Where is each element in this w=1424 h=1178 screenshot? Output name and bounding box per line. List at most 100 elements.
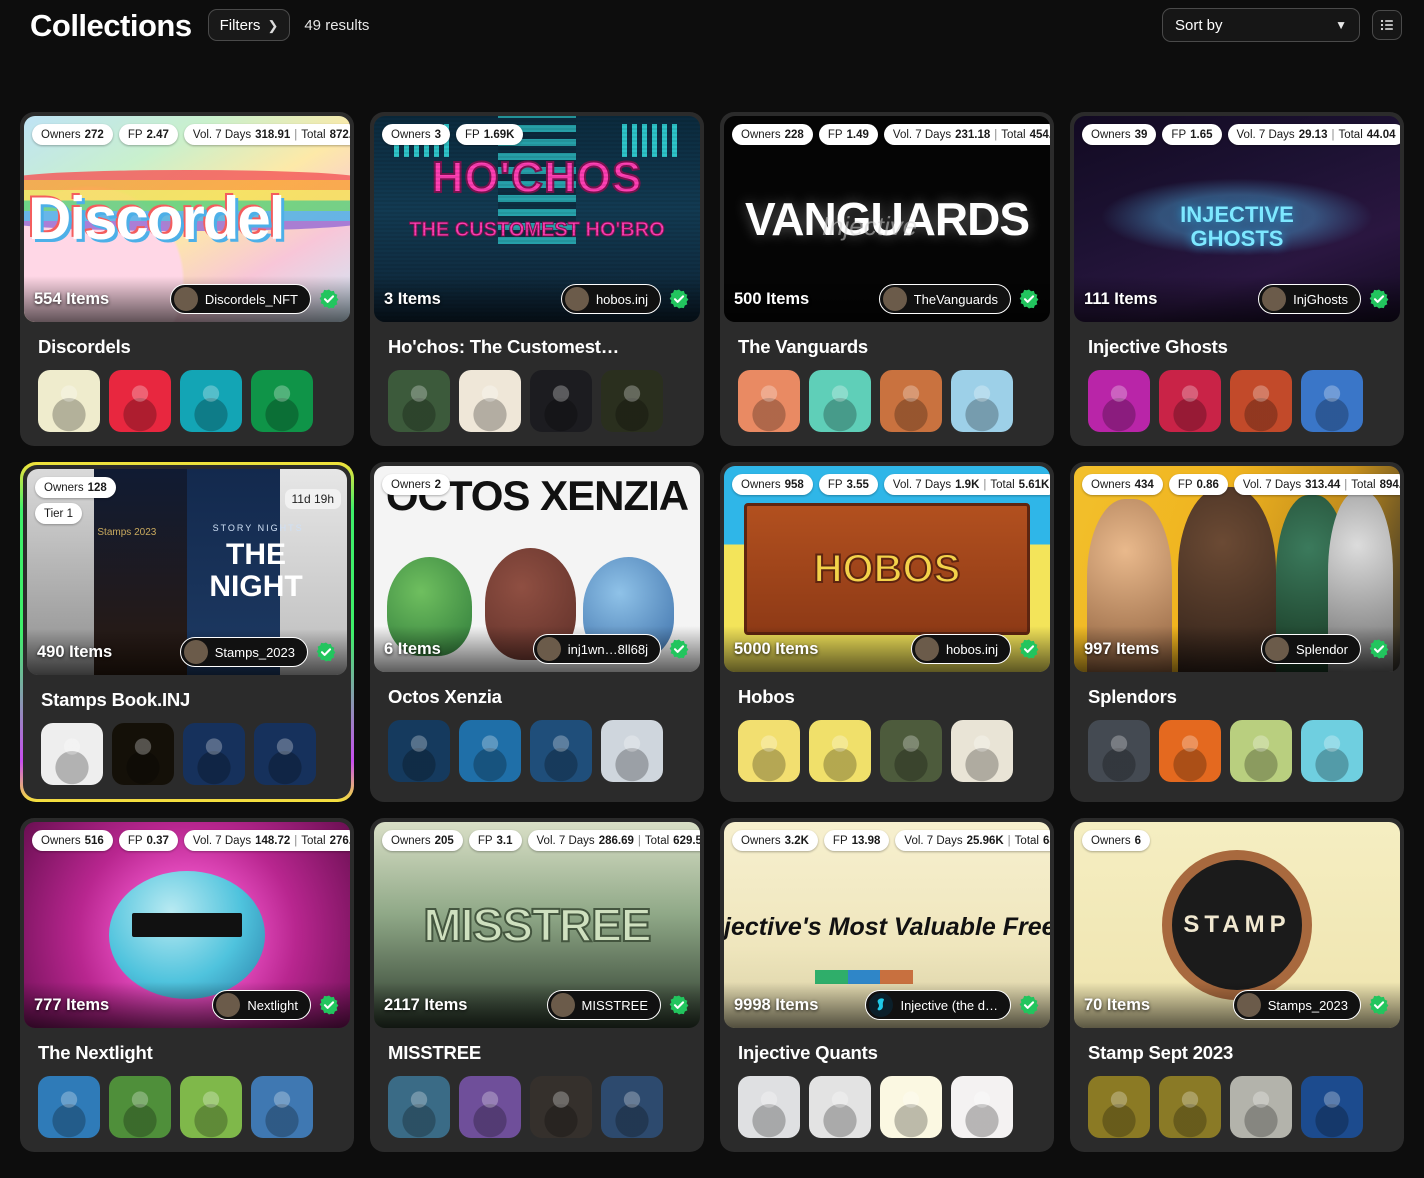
creator-pill[interactable]: Nextlight [212,990,311,1020]
vol-value: 231.18 [955,128,991,141]
collection-thumbnail[interactable] [38,1076,100,1138]
creator-pill[interactable]: Injective (the d… [865,990,1011,1020]
collection-card[interactable]: jective's Most Valuable Free M Owners 3.2… [720,818,1054,1152]
collection-thumbnail[interactable] [530,720,592,782]
collection-thumbnail[interactable] [1301,370,1363,432]
collection-title: Stamps Book.INJ [41,689,191,710]
collection-thumbnail[interactable] [1088,720,1150,782]
fp-label: FP [1177,478,1193,491]
collection-thumbnail[interactable] [880,370,942,432]
owners-label: Owners [44,481,84,494]
creator-pill[interactable]: hobos.inj [560,284,661,314]
collection-thumbnail[interactable] [109,1076,171,1138]
collection-thumbnail[interactable] [951,1076,1013,1138]
creator-name: Stamps_2023 [214,644,295,660]
creator-pill[interactable]: InjGhosts [1258,284,1361,314]
collection-thumbnail[interactable] [41,723,103,785]
creator-pill[interactable]: inj1wn…8ll68j [532,634,661,664]
collection-thumbnail[interactable] [880,1076,942,1138]
collection-thumbnail[interactable] [1088,1076,1150,1138]
collection-thumbnail[interactable] [1159,720,1221,782]
stat-badges: Owners 6 [1082,830,1392,851]
collection-thumbnail[interactable] [809,370,871,432]
collection-thumbnail[interactable] [601,720,663,782]
creator-pill[interactable]: TheVanguards [878,284,1011,314]
collection-thumbnail[interactable] [459,370,521,432]
collection-thumbnail[interactable] [1230,1076,1292,1138]
collection-thumbnail[interactable] [738,370,800,432]
collection-thumbnail[interactable] [388,370,450,432]
creator-name: Injective (the d… [900,997,998,1013]
page-title: Collections [30,7,192,43]
collection-thumbnail[interactable] [601,1076,663,1138]
collection-card[interactable]: VANGUARDS Injective Owners 228 FP 1.49 Vol… [720,112,1054,446]
collection-thumbnail[interactable] [254,723,316,785]
collection-thumbnail[interactable] [183,723,245,785]
collection-thumbnail[interactable] [601,370,663,432]
collection-thumbnail[interactable] [459,1076,521,1138]
collection-thumbnail[interactable] [180,1076,242,1138]
collection-card[interactable]: HO'CHOS THE CUSTOMEST HO'BRO Owners3 FP1… [370,112,704,446]
collection-thumbnail[interactable] [388,720,450,782]
collection-thumbnail[interactable] [738,1076,800,1138]
owners-value: 3.2K [784,834,809,847]
collection-card[interactable]: MISSTREE Owners 205 FP 3.1 Vol. 7 Days 286.… [370,818,704,1152]
creator-pill[interactable]: Splendor [1260,634,1361,664]
items-count: 2117 Items [384,995,468,1014]
items-count: 997 Items [1084,639,1160,658]
collection-thumbnail[interactable] [1088,370,1150,432]
floor-price-badge: FP 13.98 [823,830,890,851]
collection-thumbnail[interactable] [1230,370,1292,432]
stat-badges: Owners 3 FP 1.69K [382,124,692,145]
collection-card[interactable]: THE NIGHT STORY NIGHTS Stamps 2023 Owners… [20,462,354,802]
collection-card[interactable]: Owners 434 FP 0.86 Vol. 7 Days 313.44 | Tot… [1070,462,1404,802]
view-toggle-button[interactable] [1372,10,1402,40]
creator-name: hobos.inj [595,291,648,307]
collection-card[interactable]: OCTOS XENZIA Owners 2 6 Items inj1wn…8ll6… [370,462,704,802]
owners-label: Owners [741,478,781,491]
collection-banner: Owners 516 FP 0.37 Vol. 7 Days 148.72 | Tot… [24,822,350,1028]
collection-card[interactable]: Discordel Owners 272 FP 2.47 Vol. 7 Days 31… [20,112,354,446]
creator-pill[interactable]: hobos.inj [910,634,1011,664]
vol-label: Vol. 7 Days [192,834,252,847]
collection-thumbnail[interactable] [809,1076,871,1138]
creator-avatar [882,287,907,311]
collection-thumbnail[interactable] [180,370,242,432]
verified-badge-icon [1369,289,1389,309]
collection-thumbnail[interactable] [951,370,1013,432]
collection-card[interactable]: Owners 516 FP 0.37 Vol. 7 Days 148.72 | Tot… [20,818,354,1152]
collection-thumbnail[interactable] [388,1076,450,1138]
collection-thumbnail[interactable] [530,1076,592,1138]
collection-thumbnail[interactable] [738,720,800,782]
collection-thumbnail[interactable] [1230,720,1292,782]
collection-card[interactable]: HOBOS Owners 958 FP 3.55 Vol. 7 Days 1.9K |… [720,462,1054,802]
collection-thumbnail[interactable] [112,723,174,785]
collection-thumbnail[interactable] [530,370,592,432]
collection-card[interactable]: STAMP Owners 6 70 Items Stamps_2023 Stamp… [1070,818,1404,1152]
collection-thumbnail[interactable] [251,1076,313,1138]
collection-card[interactable]: INJECTIVE GHOSTS Owners 39 FP 1.65 Vol. 7 D… [1070,112,1404,446]
collection-thumbnail[interactable] [1301,720,1363,782]
collection-thumbnail[interactable] [880,720,942,782]
collection-thumbnail[interactable] [109,370,171,432]
verified-badge-icon [1369,995,1389,1015]
creator-pill[interactable]: MISSTREE [546,990,661,1020]
creator-pill[interactable]: Stamps_2023 [179,637,308,667]
fp-value: 3.1 [496,834,513,847]
sort-by-select[interactable]: Sort by ▼ [1162,8,1360,42]
collection-thumbnail[interactable] [1301,1076,1363,1138]
collection-thumbnail[interactable] [251,370,313,432]
creator-pill[interactable]: Stamps_2023 [1232,990,1361,1020]
collection-thumbnail[interactable] [1159,370,1221,432]
collection-thumbnail[interactable] [951,720,1013,782]
collection-thumbnail[interactable] [38,370,100,432]
thumbnail-row [38,370,350,432]
creator-pill[interactable]: Discordels_NFT [169,284,311,314]
collection-thumbnail[interactable] [809,720,871,782]
creator-name: MISSTREE [581,997,648,1013]
owners-value: 2 [434,478,442,491]
collection-thumbnail[interactable] [459,720,521,782]
collection-thumbnail[interactable] [1159,1076,1221,1138]
filters-button[interactable]: Filters ❯ [207,9,291,41]
owners-badge: Owners 228 [732,124,813,145]
